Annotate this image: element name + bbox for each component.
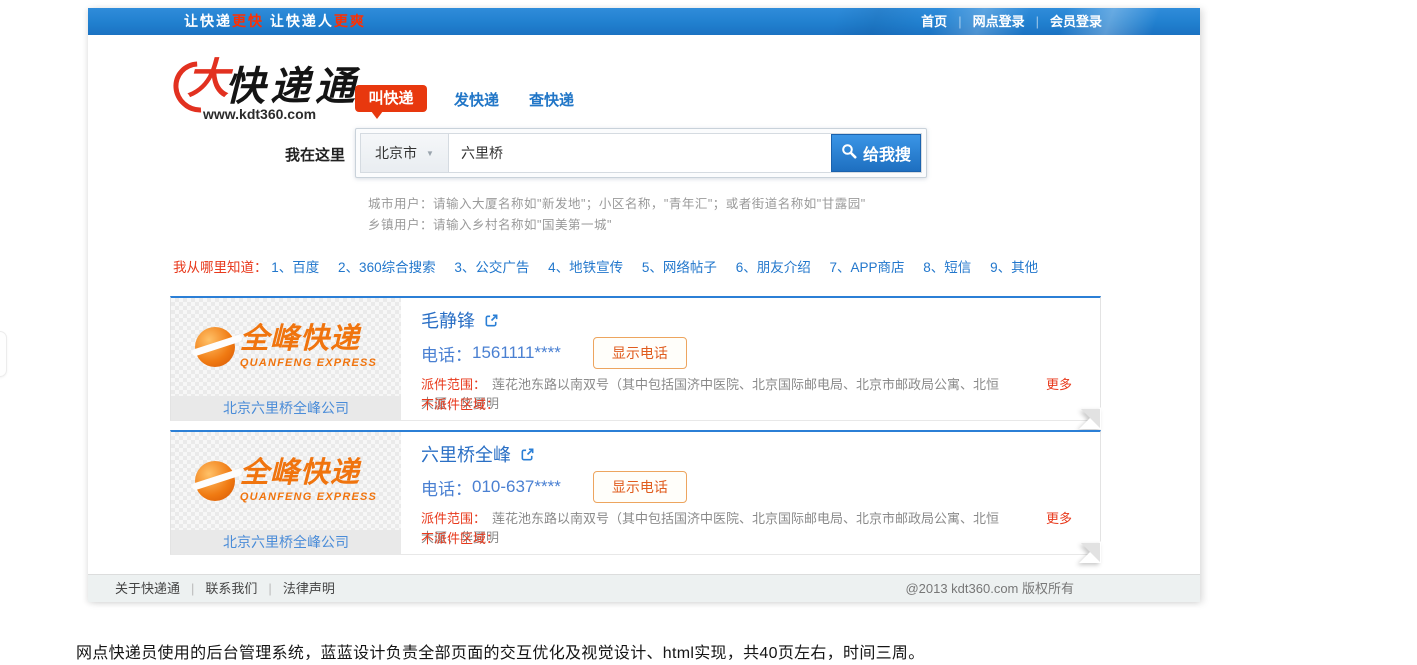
external-link-icon[interactable]: [520, 447, 535, 462]
quanfeng-logo: 全峰快递 QUANFENG EXPRESS: [171, 442, 401, 520]
topbar-links: 首页|网点登录|会员登录: [921, 8, 1102, 35]
brand-name-en: QUANFENG EXPRESS: [240, 491, 377, 503]
courier-name-link[interactable]: 毛静锋: [421, 307, 475, 333]
delivery-range-label: 派件范围：: [421, 511, 486, 526]
brand-name-cn: 全峰快递: [240, 459, 377, 488]
divider: |: [180, 581, 205, 596]
referral-option-friend[interactable]: 6、朋友介绍: [736, 260, 811, 275]
show-phone-button[interactable]: 显示电话: [593, 337, 687, 369]
delivery-range-text: 莲花池东路以南双号（其中包括国济中医院、北京国际邮电局、北京市邮政局公寓、北恒大…: [421, 377, 999, 411]
page-curl-icon: [1077, 405, 1101, 429]
quanfeng-logo: 全峰快递 QUANFENG EXPRESS: [171, 308, 401, 386]
show-phone-button[interactable]: 显示电话: [593, 471, 687, 503]
tab-send-express[interactable]: 发快递: [454, 89, 499, 110]
divider: |: [257, 581, 282, 596]
tab-call-courier[interactable]: 叫快递: [355, 85, 427, 112]
referral-label: 我从哪里知道：: [173, 260, 268, 275]
edge-widget: [0, 331, 7, 377]
slogan-text: 让快递人: [270, 13, 334, 29]
divider: |: [1025, 14, 1050, 29]
result-card: 全峰快递 QUANFENG EXPRESS 北京六里桥全峰公司 毛静锋 电话： …: [170, 296, 1101, 421]
site-logo[interactable]: 大 快递通 www.kdt360.com: [173, 48, 363, 128]
search-button[interactable]: 给我搜: [831, 134, 921, 172]
home-link[interactable]: 首页: [921, 14, 947, 29]
branch-login-link[interactable]: 网点登录: [973, 14, 1025, 29]
site-page: 让快递更快 让快递人更爽 首页|网点登录|会员登录 大 快递通 www.kdt3…: [88, 8, 1200, 602]
location-label: 我在这里: [285, 144, 345, 165]
phone-number: 1561111****: [472, 343, 561, 363]
city-select-value: 北京市: [375, 143, 417, 163]
referral-option-appstore[interactable]: 7、APP商店: [829, 260, 904, 275]
more-link[interactable]: 更多: [1046, 374, 1072, 393]
phone-label: 电话：: [421, 475, 472, 500]
company-name-link[interactable]: 北京六里桥全峰公司: [171, 396, 401, 420]
city-select[interactable]: 北京市 ▼: [361, 134, 449, 172]
brand-name-en: QUANFENG EXPRESS: [240, 357, 377, 369]
slogan-text: 让快递: [184, 13, 232, 29]
result-card: 全峰快递 QUANFENG EXPRESS 北京六里桥全峰公司 六里桥全峰 电话…: [170, 430, 1101, 555]
search-button-label: 给我搜: [863, 141, 911, 165]
slogan-highlight: 更快: [232, 13, 264, 29]
referral-option-other[interactable]: 9、其他: [990, 260, 1038, 275]
referral-option-subway[interactable]: 4、地铁宣传: [548, 260, 623, 275]
logo-glyph: 大: [187, 58, 229, 100]
external-link-icon[interactable]: [484, 313, 499, 328]
referral-option-360[interactable]: 2、360综合搜索: [338, 260, 436, 275]
no-delivery-label: 不派件区域：: [421, 531, 499, 546]
delivery-range-label: 派件范围：: [421, 377, 486, 392]
search-icon: [841, 143, 857, 164]
logo-wordmark: 快递通: [225, 54, 360, 112]
referral-option-bus-ad[interactable]: 3、公交广告: [454, 260, 529, 275]
footer-links: 关于快递通|联系我们|法律声明: [115, 575, 335, 603]
company-name-link[interactable]: 北京六里桥全峰公司: [171, 530, 401, 554]
footer-contact-link[interactable]: 联系我们: [205, 581, 257, 596]
logo-url: www.kdt360.com: [203, 106, 316, 122]
hint-town-users: 乡镇用户：请输入乡村名称如"国美第一城": [368, 214, 612, 233]
caption-text: 网点快递员使用的后台管理系统，蓝蓝设计负责全部页面的交互优化及视觉设计、html…: [76, 639, 925, 663]
slogan: 让快递更快 让快递人更爽: [184, 8, 366, 35]
more-link[interactable]: 更多: [1046, 508, 1072, 527]
phone-label: 电话：: [421, 341, 472, 366]
member-login-link[interactable]: 会员登录: [1050, 14, 1102, 29]
tab-track-express[interactable]: 查快递: [529, 89, 574, 110]
no-delivery-label: 不派件区域：: [421, 397, 499, 412]
brand-name-cn: 全峰快递: [240, 325, 377, 354]
slogan-highlight: 更爽: [334, 13, 366, 29]
globe-icon: [195, 461, 235, 501]
chevron-down-icon: ▼: [426, 149, 434, 158]
search-box: 北京市 ▼ 给我搜: [355, 128, 927, 178]
divider: |: [947, 14, 972, 29]
courier-name-link[interactable]: 六里桥全峰: [421, 441, 511, 467]
hint-city-users: 城市用户：请输入大厦名称如"新发地"；小区名称，"青年汇"；或者街道名称如"甘露…: [368, 193, 866, 212]
delivery-range-text: 莲花池东路以南双号（其中包括国济中医院、北京国际邮电局、北京市邮政局公寓、北恒大…: [421, 511, 999, 545]
referral-option-forum[interactable]: 5、网络帖子: [642, 260, 717, 275]
referral-option-sms[interactable]: 8、短信: [923, 260, 971, 275]
footer-legal-link[interactable]: 法律声明: [283, 581, 335, 596]
search-input[interactable]: [449, 134, 831, 172]
brand-logo-box: 全峰快递 QUANFENG EXPRESS 北京六里桥全峰公司: [171, 298, 401, 420]
phone-number: 010-637****: [472, 477, 561, 497]
copyright-text: @2013 kdt360.com 版权所有: [905, 575, 1074, 603]
referral-row: 我从哪里知道： 1、百度 2、360综合搜索 3、公交广告 4、地铁宣传 5、网…: [173, 256, 1053, 276]
referral-option-baidu[interactable]: 1、百度: [271, 260, 319, 275]
globe-icon: [195, 327, 235, 367]
footer: 关于快递通|联系我们|法律声明 @2013 kdt360.com 版权所有: [88, 574, 1200, 602]
brand-logo-box: 全峰快递 QUANFENG EXPRESS 北京六里桥全峰公司: [171, 432, 401, 554]
footer-about-link[interactable]: 关于快递通: [115, 581, 180, 596]
page-curl-icon: [1077, 539, 1101, 563]
top-bar: 让快递更快 让快递人更爽 首页|网点登录|会员登录: [88, 8, 1200, 35]
